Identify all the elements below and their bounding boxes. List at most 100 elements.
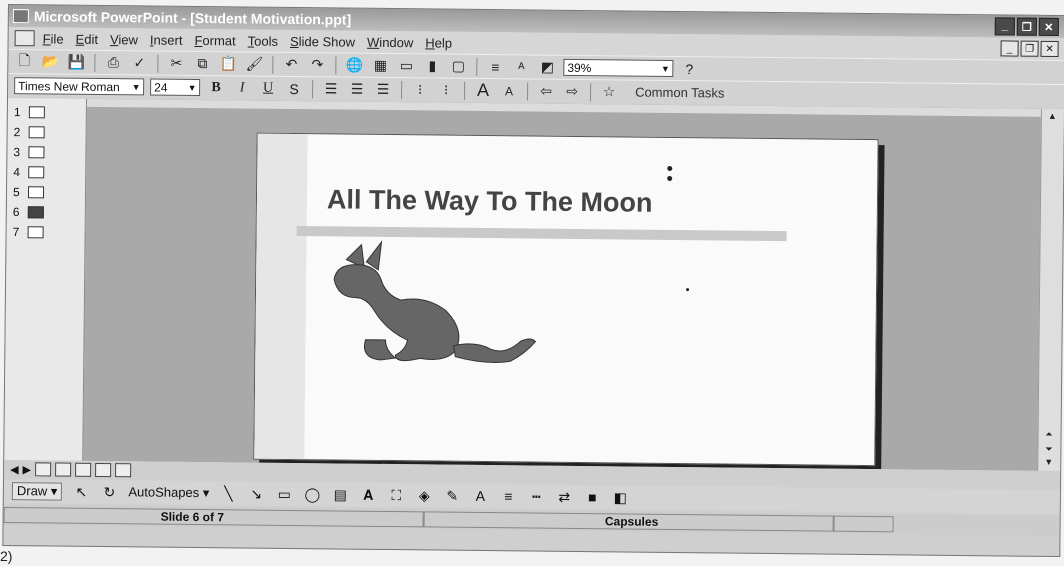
increase-font-icon[interactable]: A — [473, 80, 493, 100]
redo-icon[interactable]: ↷ — [307, 56, 327, 74]
slide-canvas[interactable]: All The Way To The Moon — [253, 132, 879, 467]
open-icon[interactable]: 📂 — [40, 53, 60, 71]
slide-view-icon[interactable] — [74, 462, 92, 477]
help-icon[interactable]: ? — [679, 60, 699, 78]
bold-icon[interactable]: B — [206, 79, 226, 97]
minimize-icon[interactable]: _ — [994, 17, 1015, 36]
doc-restore-icon[interactable]: ❐ — [1020, 40, 1039, 57]
vertical-scrollbar[interactable]: ▲ ⏶ ⏷ ▼ — [1037, 108, 1064, 472]
insert-clipart-icon[interactable]: ⛶ — [387, 487, 405, 503]
undo-icon[interactable]: ↶ — [281, 55, 301, 73]
slide-list-item-active[interactable]: 6 — [7, 202, 85, 223]
scroll-right-icon[interactable]: ▶ — [23, 463, 32, 476]
donkey-clipart[interactable] — [325, 239, 546, 371]
cut-icon[interactable]: ✂ — [166, 54, 186, 72]
format-painter-icon[interactable]: 🖌 — [244, 55, 264, 73]
align-right-icon[interactable]: ☰ — [373, 80, 393, 98]
decrease-font-icon[interactable]: A — [499, 82, 519, 100]
paste-icon[interactable]: 📋 — [218, 55, 238, 73]
menu-tools[interactable]: Tools — [248, 33, 279, 48]
slide-title[interactable]: All The Way To The Moon — [327, 184, 653, 218]
arrow-style-icon[interactable]: ⇄ — [555, 488, 573, 504]
toolbar-separator — [401, 80, 403, 99]
normal-view-icon[interactable] — [34, 462, 52, 477]
menu-slide-show[interactable]: Slide Show — [290, 33, 355, 49]
insert-chart-icon[interactable]: ▮ — [422, 57, 442, 75]
menu-window[interactable]: Window — [367, 34, 413, 49]
window-title: Microsoft PowerPoint - [Student Motivati… — [33, 8, 352, 28]
document-icon[interactable] — [14, 30, 35, 47]
slide-editing-area[interactable]: All The Way To The Moon — [83, 98, 1042, 471]
draw-menu-button[interactable]: Draw ▾ — [11, 482, 63, 501]
slide-thumb-icon — [28, 106, 45, 119]
promote-icon[interactable]: ⇦ — [536, 82, 556, 100]
new-slide-icon[interactable]: ▢ — [448, 57, 468, 75]
hyperlink-icon[interactable]: 🌐 — [344, 56, 364, 74]
bullets-icon[interactable]: ⁝ — [436, 81, 456, 99]
grayscale-icon[interactable]: ◩ — [537, 58, 557, 76]
dash-style-icon[interactable]: ┅ — [527, 488, 545, 504]
font-size-select[interactable]: 24 ▼ — [150, 78, 201, 97]
line-style-icon[interactable]: ≡ — [499, 488, 517, 504]
scroll-down-icon[interactable]: ▼ — [1041, 457, 1056, 469]
print-icon[interactable]: ⎙ — [103, 54, 123, 72]
slide-list-item[interactable]: 7 — [7, 222, 85, 243]
numbering-icon[interactable]: ⁝ — [410, 81, 430, 99]
scroll-up-icon[interactable]: ▲ — [1045, 111, 1060, 123]
menu-file[interactable]: File — [43, 31, 64, 46]
slide-list-item[interactable]: 4 — [7, 162, 85, 183]
line-icon[interactable]: ╲ — [219, 485, 237, 501]
menu-format[interactable]: Format — [194, 32, 235, 47]
3d-style-icon[interactable]: ◧ — [611, 489, 629, 505]
common-tasks-icon[interactable]: ☆ — [599, 83, 619, 101]
shadow-icon[interactable]: S — [284, 79, 304, 97]
slide-list-item[interactable]: 2 — [8, 122, 86, 143]
free-rotate-icon[interactable]: ↻ — [100, 484, 118, 500]
fill-color-icon[interactable]: ◈ — [415, 487, 433, 503]
autoshapes-button[interactable]: AutoShapes ▾ — [128, 484, 209, 501]
expand-all-icon[interactable]: ≡ — [485, 58, 505, 76]
underline-icon[interactable]: U — [258, 79, 278, 97]
menu-edit[interactable]: Edit — [76, 31, 99, 46]
slide-list-item[interactable]: 5 — [7, 182, 85, 203]
menu-view[interactable]: View — [110, 32, 138, 47]
oval-icon[interactable]: ◯ — [303, 486, 321, 502]
menu-help[interactable]: Help — [425, 35, 452, 50]
rectangle-icon[interactable]: ▭ — [275, 485, 293, 501]
slide-list-item[interactable]: 3 — [7, 142, 85, 163]
font-color-icon[interactable]: A — [471, 488, 489, 504]
next-slide-icon[interactable]: ⏷ — [1041, 444, 1056, 456]
restore-icon[interactable]: ❐ — [1016, 17, 1037, 36]
slide-list-item[interactable]: 1 — [8, 102, 86, 123]
show-formatting-icon[interactable]: ᴬ — [511, 58, 531, 76]
align-left-icon[interactable]: ☰ — [321, 80, 341, 98]
outline-view-icon[interactable] — [54, 462, 72, 477]
line-color-icon[interactable]: ✎ — [443, 487, 461, 503]
scroll-left-icon[interactable]: ◀ — [10, 463, 19, 476]
select-objects-icon[interactable]: ↖ — [72, 483, 90, 499]
menu-insert[interactable]: Insert — [150, 32, 183, 47]
common-tasks-button[interactable]: Common Tasks — [635, 85, 724, 101]
insert-table-icon[interactable]: ▦ — [370, 56, 390, 74]
spelling-icon[interactable]: ✓ — [129, 54, 149, 72]
new-icon[interactable]: 🗋 — [14, 52, 34, 71]
shadow-style-icon[interactable]: ■ — [583, 489, 601, 505]
copy-icon[interactable]: ⧉ — [192, 54, 212, 72]
arrow-icon[interactable]: ↘ — [247, 485, 265, 501]
align-center-icon[interactable]: ☰ — [347, 80, 367, 98]
save-icon[interactable]: 💾 — [66, 53, 86, 71]
italic-icon[interactable]: I — [232, 79, 252, 97]
doc-close-icon[interactable]: ✕ — [1040, 40, 1059, 58]
wordart-icon[interactable]: 𝐀 — [359, 486, 377, 502]
close-icon[interactable]: ✕ — [1038, 17, 1059, 37]
doc-minimize-icon[interactable]: _ — [1000, 40, 1019, 57]
text-box-icon[interactable]: ▤ — [331, 486, 349, 502]
slide-sorter-view-icon[interactable] — [94, 462, 112, 478]
tables-borders-icon[interactable]: ▭ — [396, 57, 416, 75]
slide-show-view-icon[interactable] — [114, 463, 132, 478]
zoom-select[interactable]: 39% ▼ — [563, 58, 674, 77]
previous-slide-icon[interactable]: ⏶ — [1041, 429, 1056, 441]
font-name-select[interactable]: Times New Roman ▼ — [14, 77, 145, 96]
demote-icon[interactable]: ⇨ — [562, 82, 582, 100]
powerpoint-app-icon[interactable] — [12, 9, 29, 24]
